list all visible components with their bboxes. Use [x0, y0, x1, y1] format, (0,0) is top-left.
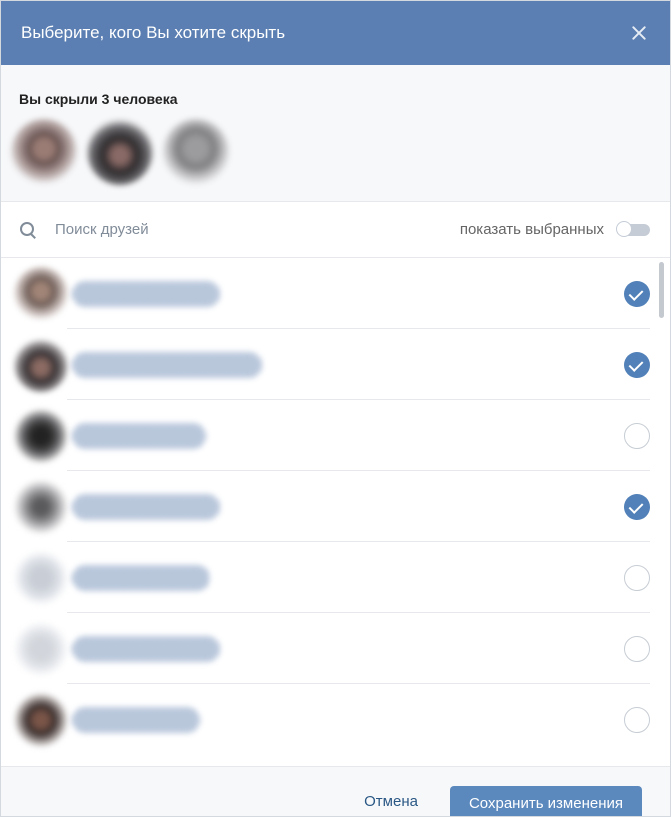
list-item[interactable] — [1, 471, 670, 542]
list-item[interactable] — [1, 613, 670, 684]
list-item[interactable] — [1, 400, 670, 471]
dialog-footer: Отмена Сохранить изменения — [1, 766, 670, 816]
avatar — [14, 692, 68, 747]
avatar[interactable] — [87, 119, 153, 185]
search-icon — [19, 221, 37, 239]
friend-checkbox[interactable] — [624, 564, 650, 591]
avatar — [14, 266, 68, 321]
avatar — [14, 408, 68, 463]
list-item[interactable] — [1, 329, 670, 400]
friend-name — [72, 351, 262, 378]
list-item[interactable] — [1, 542, 670, 613]
hidden-avatars — [11, 119, 652, 185]
toggle-knob — [616, 220, 632, 237]
search-input[interactable] — [53, 220, 460, 239]
friend-list — [1, 258, 670, 755]
avatar — [14, 479, 68, 534]
friend-name — [72, 422, 206, 449]
hidden-people-section: Вы скрыли 3 человека — [1, 65, 670, 202]
avatar[interactable] — [11, 119, 77, 185]
show-selected-toggle[interactable] — [616, 220, 650, 237]
friend-checkbox[interactable] — [624, 706, 650, 733]
avatar[interactable] — [163, 119, 229, 185]
friend-checkbox[interactable] — [624, 422, 650, 449]
avatar — [14, 621, 68, 676]
dialog-title: Выберите, кого Вы хотите скрыть — [21, 23, 286, 42]
list-item[interactable] — [1, 258, 670, 329]
close-icon[interactable] — [628, 22, 650, 44]
avatar — [14, 550, 68, 605]
avatar — [14, 337, 68, 392]
dialog-header: Выберите, кого Вы хотите скрыть — [1, 1, 670, 65]
friend-name — [72, 493, 220, 520]
friend-name — [72, 564, 210, 591]
search-bar: показать выбранных — [1, 202, 670, 258]
cancel-button[interactable]: Отмена — [364, 793, 418, 810]
hide-friends-dialog: Выберите, кого Вы хотите скрыть Вы скрыл… — [0, 0, 671, 817]
friend-checkbox[interactable] — [624, 493, 650, 520]
friend-checkbox[interactable] — [624, 635, 650, 662]
save-button[interactable]: Сохранить изменения — [449, 785, 642, 816]
friend-name — [72, 706, 200, 733]
friend-name — [72, 635, 220, 662]
friend-checkbox[interactable] — [624, 280, 650, 307]
friend-name — [72, 280, 220, 307]
friend-checkbox[interactable] — [624, 351, 650, 378]
list-item[interactable] — [1, 684, 670, 755]
hidden-count-title: Вы скрыли 3 человека — [19, 91, 178, 107]
show-selected-label: показать выбранных — [459, 221, 604, 238]
